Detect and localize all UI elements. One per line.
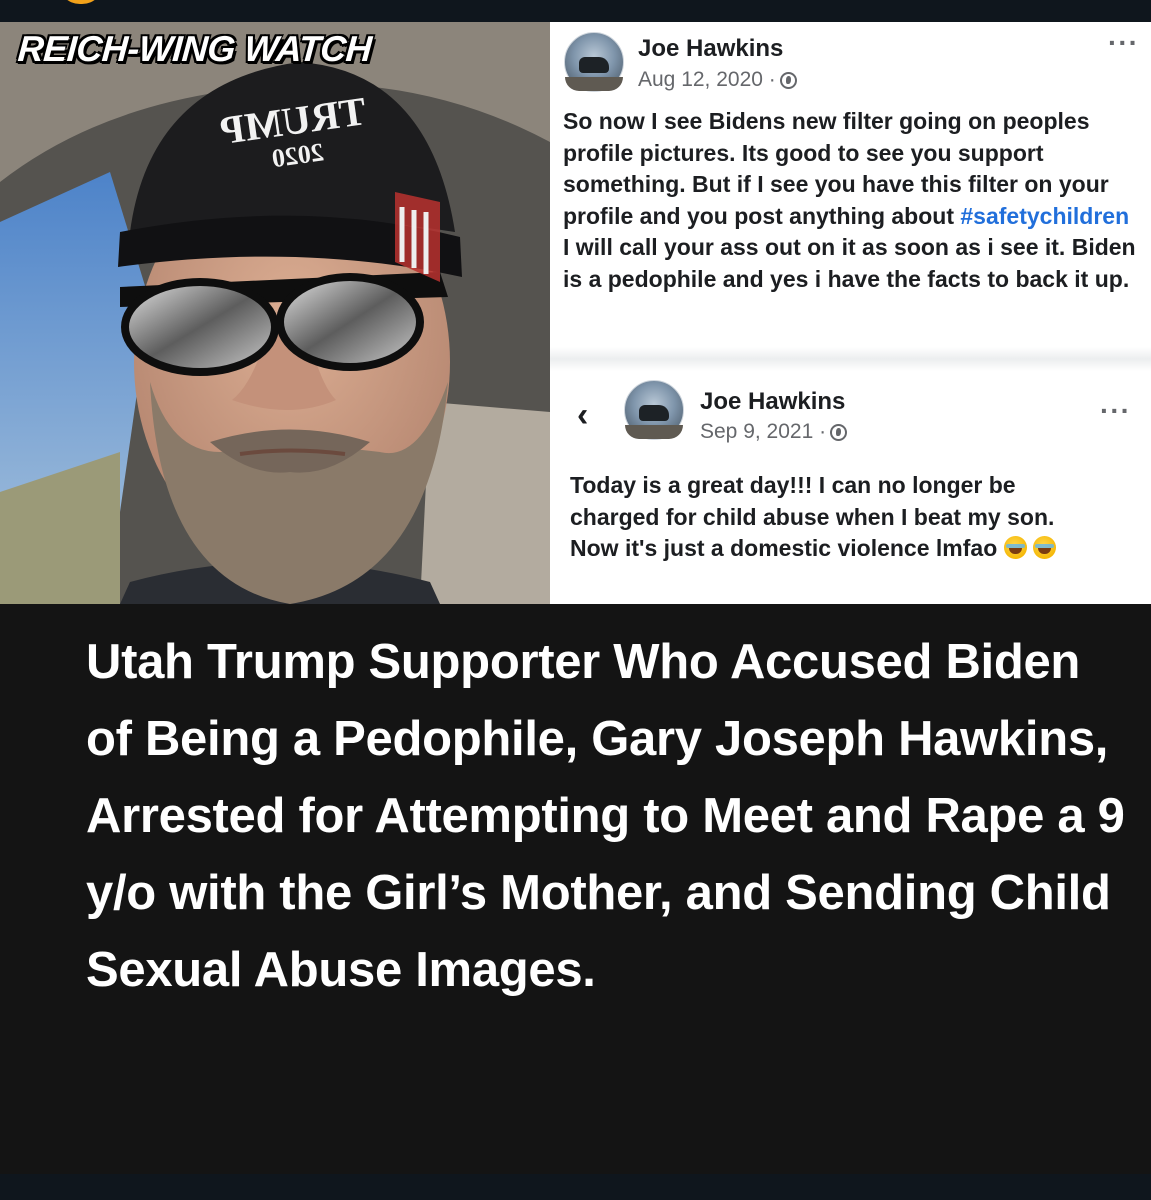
motorcycle-icon [639,405,669,421]
post-author[interactable]: Joe Hawkins [638,35,783,63]
post-date[interactable]: Aug 12, 2020 · [638,68,797,92]
post-date-text: Aug 12, 2020 · [638,68,776,91]
avatar-ground [625,425,683,439]
post-author[interactable]: Joe Hawkins [700,388,845,416]
post-text: Today is a great day!!! I can no longer … [570,470,1095,565]
selfie-photo: TRUMP 2020 REICH-WING WATCH [0,22,550,604]
watermark-logo: REICH-WING WATCH [16,28,373,69]
avatar[interactable] [564,32,624,92]
bottom-bar [0,1174,1151,1200]
facebook-posts: Joe Hawkins Aug 12, 2020 · ··· So now I … [550,22,1151,604]
post-divider [550,347,1151,371]
avatar-ground [565,77,623,91]
hashtag-link[interactable]: #safetychildren [960,203,1129,229]
post-text: So now I see Bidens new filter going on … [563,106,1138,295]
rolling-on-floor-laughing-emoji [1003,536,1027,559]
back-chevron-icon[interactable]: ‹ [577,396,588,435]
globe-icon [830,424,848,441]
more-options-icon[interactable]: ··· [1100,397,1131,425]
avatar[interactable] [624,380,684,440]
post-date-text: Sep 9, 2021 · [700,420,827,443]
globe-icon [779,72,797,89]
orange-badge-icon [58,0,104,4]
motorcycle-icon [579,57,609,73]
more-options-icon[interactable]: ··· [1108,29,1139,57]
tears-of-joy-emoji [1033,536,1057,559]
headline: Utah Trump Supporter Who Accused Biden o… [86,635,1125,997]
top-bar [0,0,1151,22]
post-text-after: I will call your ass out on it as soon a… [563,234,1136,292]
headline-panel: Utah Trump Supporter Who Accused Biden o… [0,604,1151,1174]
post-text-body: Today is a great day!!! I can no longer … [570,472,1055,561]
post-date[interactable]: Sep 9, 2021 · [700,420,848,444]
